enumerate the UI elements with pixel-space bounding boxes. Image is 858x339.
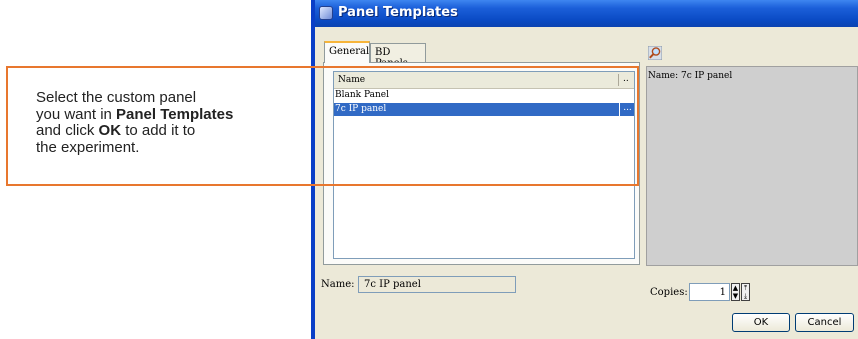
callout-text: to add it to (121, 122, 196, 139)
name-field[interactable]: 7c IP panel (358, 276, 516, 293)
list-item-selected[interactable]: 7c IP panel ... (334, 103, 634, 116)
app-icon (319, 6, 333, 20)
callout-line-3: and click OK to add it to (36, 122, 301, 140)
name-label: Name: (321, 279, 355, 290)
window-title: Panel Templates (338, 5, 458, 20)
tab-bd-panels[interactable]: BD Panels (370, 43, 426, 69)
spin-down-icon[interactable]: ▼ (732, 293, 739, 300)
callout-emphasis: OK (98, 122, 122, 139)
tab-content: Name .. Blank Panel 7c IP panel ... (323, 62, 640, 265)
arrow-up-bar-icon: ⤒ (743, 284, 748, 292)
callout-line-1: Select the custom panel (36, 89, 197, 106)
copies-extent-button[interactable]: ⤒ ⤓ (741, 283, 750, 301)
title-bar[interactable]: Panel Templates (315, 0, 858, 27)
callout-line-2: you want in Panel Templates (36, 105, 301, 124)
panel-templates-dialog: Panel Templates General BD Panels Name .… (311, 0, 858, 339)
list-item[interactable]: Blank Panel (334, 89, 634, 102)
list-item-label: 7c IP panel (335, 104, 387, 114)
copies-spinner[interactable]: ▲ ▼ (731, 283, 740, 301)
list-item-label: Blank Panel (335, 90, 389, 100)
arrow-down-bar-icon: ⤓ (743, 292, 748, 300)
preview-name-label: Name: 7c IP panel (648, 71, 733, 81)
tab-general[interactable]: General (324, 41, 370, 63)
more-button[interactable]: ... (619, 103, 635, 116)
column-divider[interactable] (618, 74, 619, 86)
callout-text: and click (36, 122, 99, 139)
template-preview: Name: 7c IP panel (646, 66, 858, 266)
instruction-callout: Select the custom panel you want in Pane… (36, 89, 301, 156)
magnifier-icon[interactable] (648, 46, 662, 60)
column-header-name[interactable]: Name (338, 75, 365, 85)
callout-text: you want in (36, 105, 117, 123)
callout-line-4: the experiment. (36, 138, 140, 156)
list-header[interactable]: Name .. (334, 72, 634, 89)
copies-label: Copies: (650, 287, 688, 298)
copies-input[interactable]: 1 (689, 283, 730, 301)
spin-up-icon[interactable]: ▲ (732, 285, 739, 292)
callout-emphasis: Panel Templates (116, 105, 234, 123)
ok-button[interactable]: OK (732, 313, 790, 332)
column-header-more[interactable]: .. (623, 74, 629, 84)
template-list[interactable]: Name .. Blank Panel 7c IP panel ... (333, 71, 635, 259)
cancel-button[interactable]: Cancel (795, 313, 854, 332)
